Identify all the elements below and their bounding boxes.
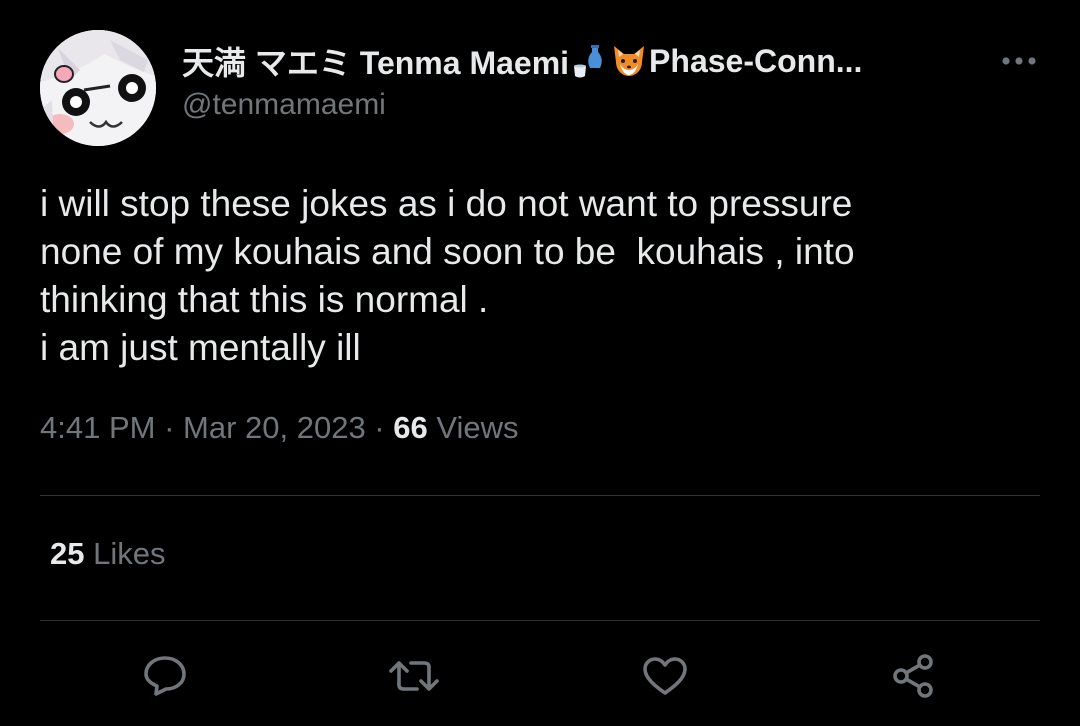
avatar[interactable] — [40, 30, 156, 146]
share-icon — [891, 653, 937, 704]
tweet-actions — [0, 650, 1080, 706]
author-name-tail[interactable]: Phase-Conn... — [649, 43, 862, 80]
divider — [40, 620, 1040, 621]
divider — [40, 495, 1040, 496]
meta-separator: · — [365, 410, 394, 445]
like-button[interactable] — [637, 650, 693, 706]
retweet-icon — [389, 655, 439, 702]
reply-button[interactable] — [137, 650, 193, 706]
author-handle[interactable]: @tenmamaemi — [182, 88, 386, 122]
retweet-button[interactable] — [386, 650, 442, 706]
more-options-button[interactable] — [996, 44, 1042, 80]
likes-count: 25 — [50, 536, 85, 571]
tweet-detail: 天満 マエミ Tenma Maemi Phase-Conn... @tenmam — [0, 0, 1080, 726]
sake-icon — [570, 42, 608, 80]
fox-icon — [610, 42, 648, 80]
more-icon — [1001, 53, 1037, 71]
tweet-date[interactable]: Mar 20, 2023 — [183, 410, 366, 445]
tweet-text-line: i will stop these jokes as i do not want… — [40, 183, 853, 224]
views-count: 66 — [393, 410, 428, 445]
likes-label: Likes — [84, 536, 166, 571]
like-icon — [641, 655, 689, 702]
tweet-text-line: i am just mentally ill — [40, 327, 361, 368]
tweet-text: i will stop these jokes as i do not want… — [40, 180, 1040, 372]
views-label: Views — [427, 410, 519, 445]
tweet-text-line: thinking that this is normal . — [40, 279, 489, 320]
share-button[interactable] — [886, 650, 942, 706]
likes-stat[interactable]: 25 Likes — [50, 536, 165, 572]
meta-separator: · — [155, 410, 184, 445]
tweet-time[interactable]: 4:41 PM — [40, 410, 155, 445]
tweet-meta: 4:41 PM · Mar 20, 2023 · 66 Views — [40, 410, 518, 446]
author-display-name[interactable]: 天満 マエミ Tenma Maemi — [182, 38, 569, 84]
reply-icon — [142, 654, 188, 703]
tweet-text-line: none of my kouhais and soon to be kouhai… — [40, 231, 855, 272]
author-name-row[interactable]: 天満 マエミ Tenma Maemi Phase-Conn... — [182, 38, 862, 84]
